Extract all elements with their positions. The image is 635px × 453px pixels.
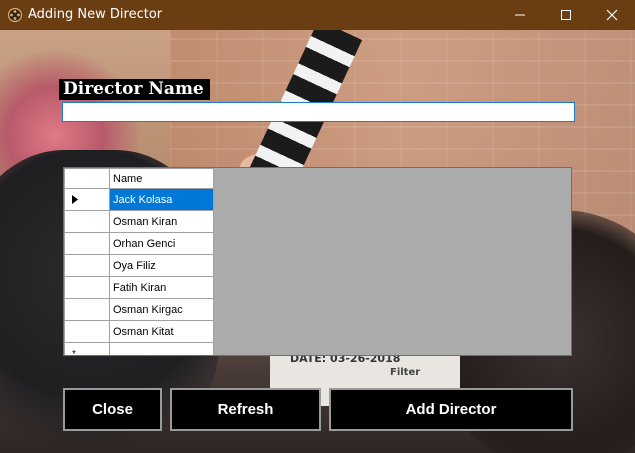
name-cell[interactable]: Jack Kolasa: [109, 188, 214, 211]
title-bar: Adding New Director: [0, 0, 635, 30]
new-row[interactable]: *: [64, 342, 214, 356]
director-name-input[interactable]: [62, 102, 575, 122]
table-row[interactable]: Jack Kolasa: [64, 188, 214, 211]
maximize-button[interactable]: [543, 0, 589, 30]
director-name-label: Director Name: [59, 79, 210, 100]
slate-filter-text: Filter: [390, 367, 421, 378]
close-window-button[interactable]: [589, 0, 635, 30]
row-header[interactable]: [64, 254, 110, 277]
table-row[interactable]: Fatih Kiran: [64, 276, 214, 299]
row-header[interactable]: [64, 188, 110, 211]
close-icon: [606, 9, 618, 21]
name-cell[interactable]: Orhan Genci: [109, 232, 214, 255]
table-row[interactable]: Osman Kiran: [64, 210, 214, 233]
row-header[interactable]: [64, 232, 110, 255]
refresh-button[interactable]: Refresh: [170, 388, 321, 431]
name-cell[interactable]: Osman Kitat: [109, 320, 214, 343]
window-title: Adding New Director: [28, 7, 163, 22]
new-row-marker: *: [72, 349, 76, 356]
row-header[interactable]: [64, 298, 110, 321]
directors-table: Name Jack Kolasa Osman Kiran Orhan Genci…: [64, 168, 214, 356]
row-header[interactable]: [64, 210, 110, 233]
minimize-button[interactable]: [497, 0, 543, 30]
table-row[interactable]: Orhan Genci: [64, 232, 214, 255]
current-row-arrow-icon: [72, 195, 78, 204]
grid-header-row: Name: [64, 168, 214, 189]
row-header[interactable]: *: [64, 342, 110, 356]
name-cell[interactable]: Fatih Kiran: [109, 276, 214, 299]
row-header[interactable]: [64, 320, 110, 343]
name-cell[interactable]: Osman Kiran: [109, 210, 214, 233]
column-header-name[interactable]: Name: [109, 168, 214, 189]
close-button[interactable]: Close: [63, 388, 162, 431]
film-reel-icon: [7, 7, 23, 23]
minimize-icon: [515, 14, 525, 16]
table-row[interactable]: Osman Kitat: [64, 320, 214, 343]
table-row[interactable]: Oya Filiz: [64, 254, 214, 277]
name-cell[interactable]: Osman Kirgac: [109, 298, 214, 321]
add-director-button[interactable]: Add Director: [329, 388, 573, 431]
name-cell[interactable]: Oya Filiz: [109, 254, 214, 277]
directors-grid[interactable]: Name Jack Kolasa Osman Kiran Orhan Genci…: [63, 167, 572, 356]
table-row[interactable]: Osman Kirgac: [64, 298, 214, 321]
row-header[interactable]: [64, 276, 110, 299]
new-name-cell[interactable]: [109, 342, 214, 355]
maximize-icon: [561, 10, 571, 20]
row-header-corner[interactable]: [64, 168, 110, 189]
